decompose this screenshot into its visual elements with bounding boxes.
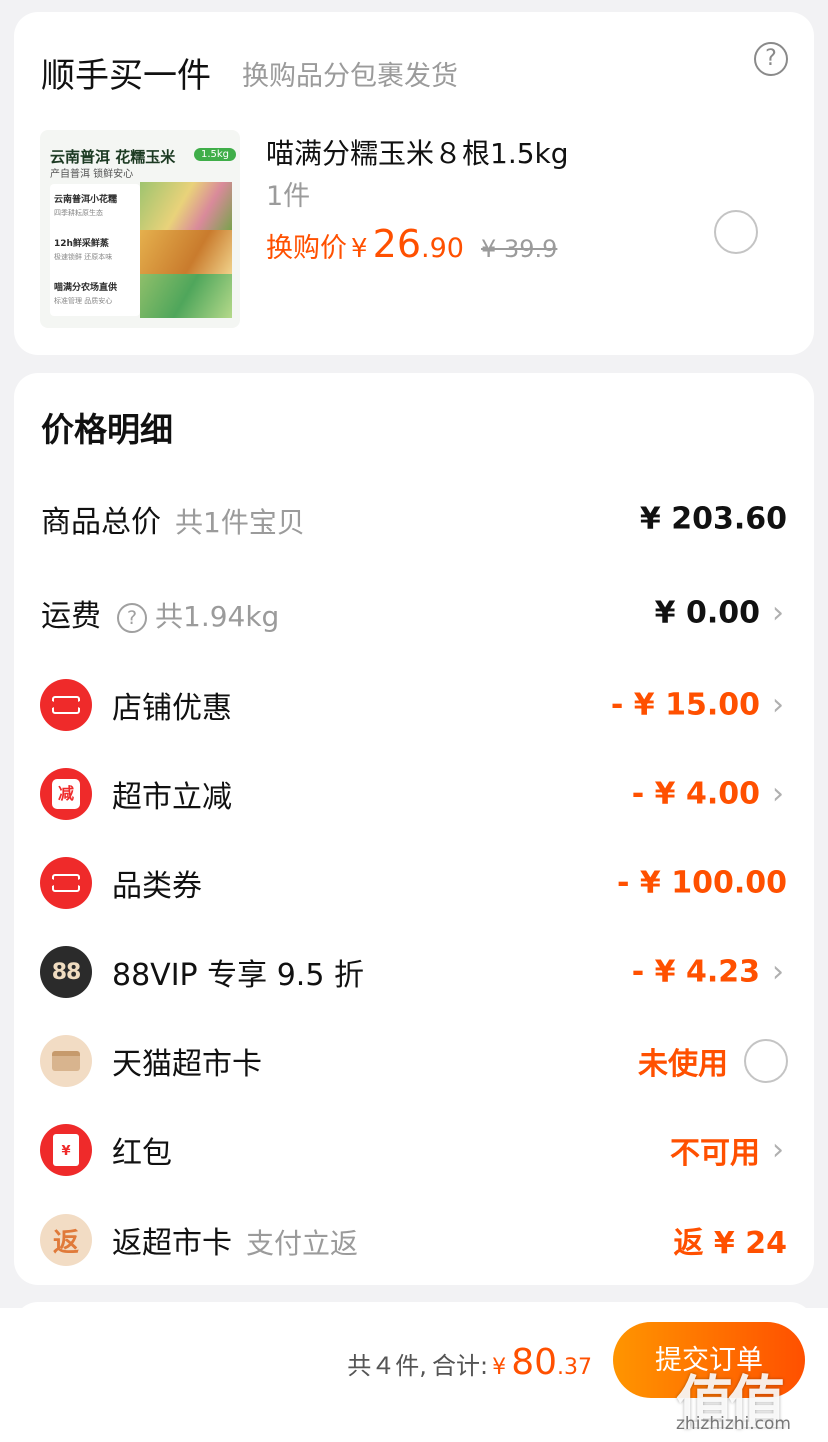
addon-subtitle: 换购品分包裹发货 <box>242 61 458 92</box>
shipping-weight: 共1.94kg <box>155 600 280 633</box>
card-icon <box>40 1035 92 1087</box>
chevron-right-icon: › <box>772 954 784 990</box>
cashback-icon: 返 <box>40 1214 92 1266</box>
cashback-label: 返超市卡 <box>112 1226 232 1261</box>
shipping-label: 运费 <box>41 599 101 634</box>
farm-photo <box>140 274 232 318</box>
corn-photo <box>140 182 232 230</box>
reduce-icon: 减 <box>40 768 92 820</box>
total-decimal: .37 <box>557 1355 592 1380</box>
discount-row-category: 品类券 - ¥ 100.00 <box>14 853 814 913</box>
chevron-right-icon: › <box>772 1132 784 1168</box>
total-label: 合计: <box>432 1352 489 1380</box>
tmall-card-radio[interactable] <box>744 1039 788 1083</box>
cashback-row: 返 返超市卡 支付立返 返 ¥ 24 <box>14 1210 814 1270</box>
goods-total-hint: 共1件宝贝 <box>175 506 305 539</box>
addon-select-radio[interactable] <box>714 210 758 254</box>
cashback-value: 返 ¥ 24 <box>673 1226 787 1261</box>
discount-value: - ¥ 100.00 <box>617 865 787 901</box>
price-integer: 26 <box>372 222 421 266</box>
product-image[interactable]: 云南普洱 花糯玉米 1.5kg 产自普洱 锁鲜安心 云南普洱小花糯 四季耕耘原生… <box>40 130 240 328</box>
discount-value: - ¥ 4.00 <box>631 776 760 812</box>
product-image-panel: 云南普洱小花糯 四季耕耘原生态 12h鲜采鲜蒸 极速锁鲜 还原本味 喵满分农场直… <box>50 184 140 316</box>
goods-total-label: 商品总价 <box>41 505 161 540</box>
discount-row-store[interactable]: 店铺优惠 - ¥ 15.00 › <box>14 675 814 735</box>
original-price: ¥ 39.9 <box>481 235 558 263</box>
price-symbol: ¥ <box>351 234 368 264</box>
discount-row-supermarket[interactable]: 减 超市立减 - ¥ 4.00 › <box>14 764 814 824</box>
red-packet-status: 不可用 <box>670 1136 760 1171</box>
red-packet-row[interactable]: ¥ 红包 不可用 › <box>14 1120 814 1180</box>
chevron-right-icon: › <box>772 687 784 723</box>
tmall-card-label: 天猫超市卡 <box>112 1047 262 1082</box>
product-image-point: 喵满分农场直供 标准管理 品质安心 <box>54 283 118 305</box>
price-detail-card: 价格明细 商品总价 共1件宝贝 ¥ 203.60 运费? 共1.94kg ¥ 0.0… <box>14 373 814 1285</box>
product-image-tag: 1.5kg <box>193 148 236 161</box>
price-decimal: .90 <box>421 233 464 264</box>
discount-label: 超市立减 <box>112 780 232 815</box>
vip-88-icon: 88 <box>40 946 92 998</box>
help-icon[interactable]: ? <box>754 42 788 76</box>
price-label: 换购价 <box>266 233 347 264</box>
shipping-row[interactable]: 运费? 共1.94kg ¥ 0.00 › <box>14 583 814 643</box>
discount-row-vip[interactable]: 88 88VIP 专享 9.5 折 - ¥ 4.23 › <box>14 942 814 1002</box>
chevron-right-icon: › <box>772 595 784 631</box>
red-packet-label: 红包 <box>112 1136 172 1171</box>
item-count: 共４件, <box>347 1352 427 1380</box>
red-packet-icon: ¥ <box>40 1124 92 1176</box>
goods-total-row: 商品总价 共1件宝贝 ¥ 203.60 <box>14 489 814 549</box>
product-image-subline: 产自普洱 锁鲜安心 <box>50 169 134 180</box>
discount-value: - ¥ 4.23 <box>631 954 760 990</box>
addon-item-price: 换购价 ¥ 26.90 ¥ 39.9 <box>266 222 557 266</box>
discount-label: 品类券 <box>112 869 202 904</box>
product-image-point: 12h鲜采鲜蒸 极速锁鲜 还原本味 <box>54 239 113 261</box>
tmall-card-row[interactable]: 天猫超市卡 未使用 <box>14 1031 814 1091</box>
addon-title: 顺手买一件 <box>41 56 211 96</box>
addon-card: 顺手买一件 换购品分包裹发货 ? 云南普洱 花糯玉米 1.5kg 产自普洱 锁鲜… <box>14 12 814 355</box>
shipping-value: ¥ 0.00 <box>654 595 760 631</box>
coupon-icon <box>40 679 92 731</box>
steamed-corn-photo <box>140 230 232 274</box>
discount-value: - ¥ 15.00 <box>610 687 760 723</box>
discount-label: 店铺优惠 <box>112 691 232 726</box>
cashback-hint: 支付立返 <box>246 1227 359 1260</box>
addon-item-qty: 1件 <box>266 181 311 212</box>
total-symbol: ¥ <box>492 1355 507 1380</box>
shipping-help-icon[interactable]: ? <box>117 602 147 633</box>
order-total: 共４件, 合计: ¥ 80.37 <box>347 1342 592 1383</box>
tmall-card-status: 未使用 <box>638 1047 728 1082</box>
chevron-right-icon: › <box>772 776 784 812</box>
goods-total-value: ¥ 203.60 <box>639 501 787 537</box>
addon-item-name[interactable]: 喵满分糯玉米８根1.5kg <box>266 132 569 172</box>
watermark-domain: zhizhizhi.com <box>676 1414 791 1434</box>
coupon-icon <box>40 857 92 909</box>
product-image-point: 云南普洱小花糯 四季耕耘原生态 <box>54 195 118 217</box>
checkout-page: 顺手买一件 换购品分包裹发货 ? 云南普洱 花糯玉米 1.5kg 产自普洱 锁鲜… <box>0 0 828 1442</box>
discount-label: 88VIP 专享 9.5 折 <box>112 958 364 993</box>
product-image-headline: 云南普洱 花糯玉米 <box>50 148 176 166</box>
price-detail-title: 价格明细 <box>41 410 173 449</box>
total-integer: 80 <box>511 1342 557 1383</box>
